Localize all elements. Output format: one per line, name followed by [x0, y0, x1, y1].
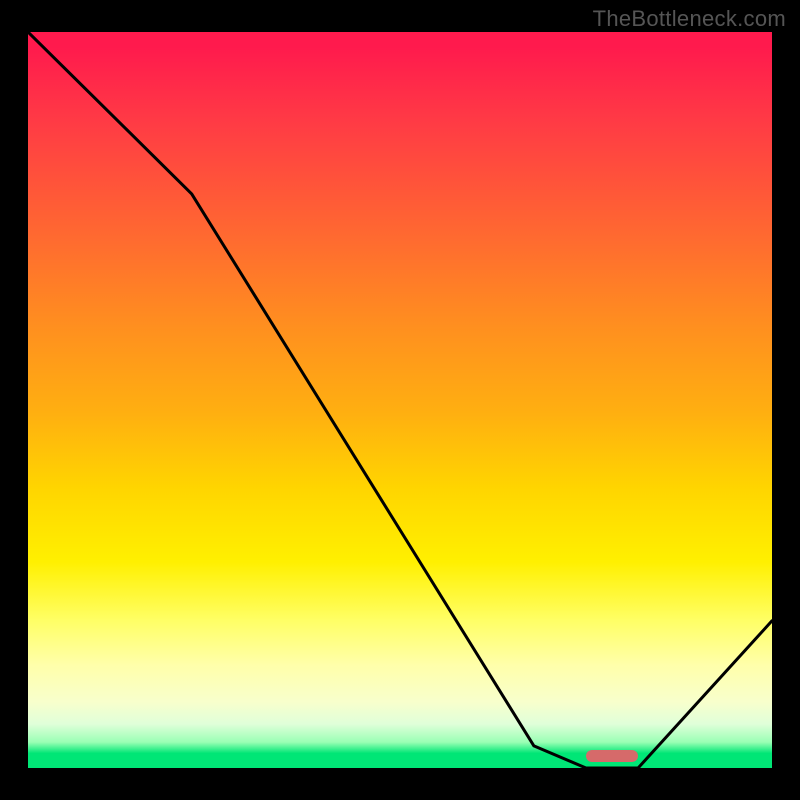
chart-container: TheBottleneck.com [0, 0, 800, 800]
optimal-range-marker [586, 750, 638, 762]
watermark-text: TheBottleneck.com [593, 6, 786, 32]
bottleneck-curve [28, 32, 772, 768]
plot-area [28, 32, 772, 768]
